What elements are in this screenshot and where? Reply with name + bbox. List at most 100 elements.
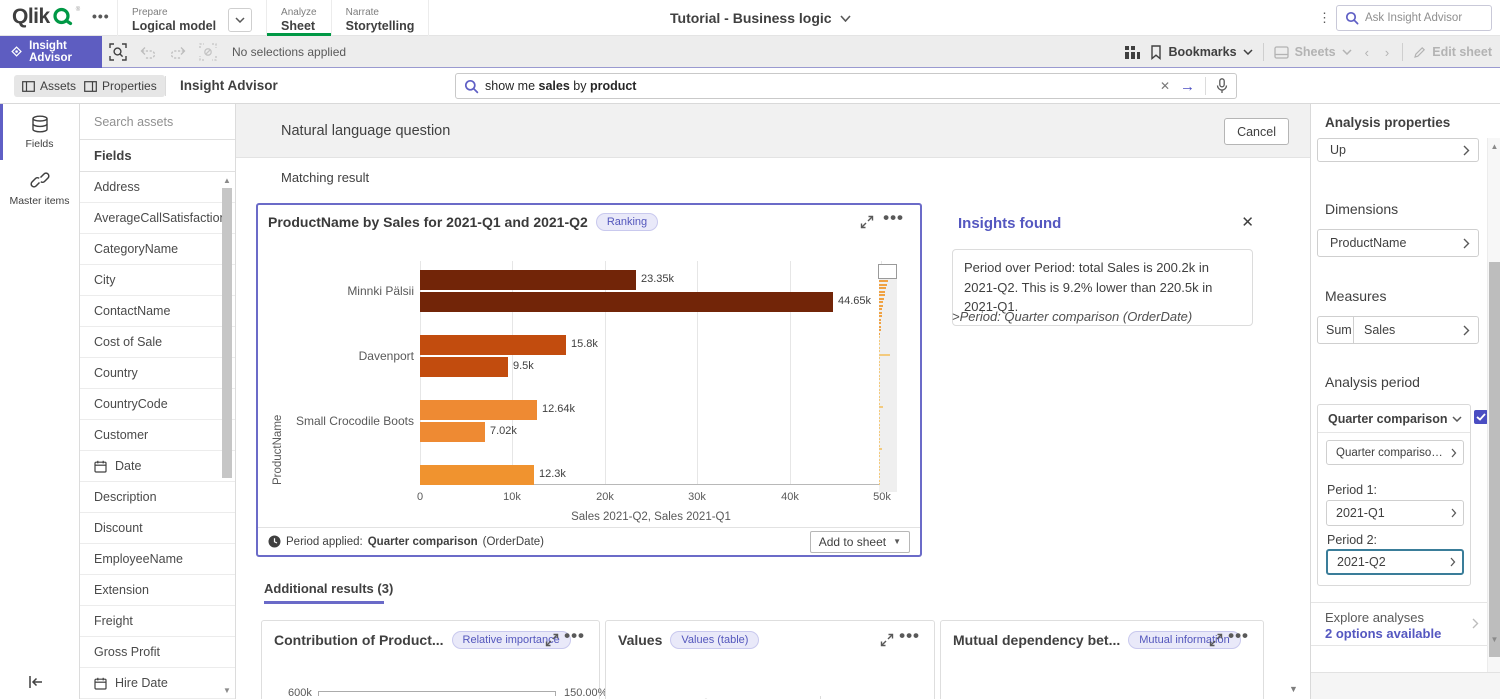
redo-button[interactable] bbox=[164, 36, 192, 68]
expand-icon[interactable] bbox=[860, 215, 874, 229]
field-list-item[interactable]: CountryCode bbox=[80, 389, 235, 420]
bar-sales-2021-q1[interactable] bbox=[420, 357, 508, 377]
fields-section-header[interactable]: Fields bbox=[80, 140, 235, 172]
field-list-item[interactable]: Extension bbox=[80, 575, 235, 606]
bar-sales-2021-q2[interactable] bbox=[420, 270, 636, 290]
period1-button[interactable]: 2021-Q1 bbox=[1326, 500, 1464, 526]
submit-query-icon[interactable]: → bbox=[1180, 78, 1195, 95]
field-list-item[interactable]: Hire Date bbox=[80, 668, 235, 699]
field-list-item[interactable]: Discount bbox=[80, 513, 235, 544]
app-title-menu[interactable]: Tutorial - Business logic bbox=[670, 0, 851, 36]
ask-insight-advisor-search[interactable]: Ask Insight Advisor bbox=[1336, 5, 1492, 31]
chart-menu-icon[interactable]: ••• bbox=[883, 208, 904, 228]
expand-icon[interactable] bbox=[1209, 633, 1223, 647]
rail-item-fields[interactable]: Fields bbox=[0, 104, 79, 160]
sheets-menu[interactable]: Sheets bbox=[1274, 45, 1352, 59]
scrollbar-thumb[interactable] bbox=[1489, 262, 1500, 657]
additional-result-card-contribution[interactable]: Contribution of Product... Relative impo… bbox=[261, 620, 600, 699]
field-list-item[interactable]: City bbox=[80, 265, 235, 296]
clear-query-icon[interactable]: ✕ bbox=[1160, 79, 1170, 93]
x-tick-label: 40k bbox=[775, 491, 805, 503]
close-icon[interactable]: ✕ bbox=[1241, 213, 1254, 231]
scroll-up-icon[interactable]: ▲ bbox=[221, 176, 233, 185]
expand-icon[interactable] bbox=[880, 633, 894, 647]
bar-sales-2021-q1[interactable] bbox=[420, 422, 485, 442]
card-menu-icon[interactable]: ••• bbox=[899, 626, 920, 646]
field-list-item[interactable]: Gross Profit bbox=[80, 637, 235, 668]
scroll-down-icon[interactable]: ▼ bbox=[1488, 635, 1500, 644]
tab-narrate[interactable]: Narrate Storytelling bbox=[331, 0, 430, 36]
qlik-logo[interactable]: Qlik ® bbox=[12, 5, 80, 29]
expand-icon[interactable] bbox=[545, 633, 559, 647]
tab-additional-results[interactable]: Additional results (3) bbox=[264, 581, 393, 596]
explore-options-link[interactable]: 2 options available bbox=[1325, 626, 1441, 641]
insight-advisor-button[interactable]: Insight Advisor bbox=[0, 36, 102, 68]
period2-button[interactable]: 2021-Q2 bbox=[1326, 549, 1464, 575]
cancel-button[interactable]: Cancel bbox=[1224, 118, 1289, 145]
additional-result-card-mutual-dependency[interactable]: Mutual dependency bet... Mutual informat… bbox=[940, 620, 1264, 699]
microphone-icon[interactable] bbox=[1216, 78, 1228, 94]
period-detail-value: Quarter comparison (OrderD... bbox=[1336, 447, 1448, 459]
overflow-menu-icon[interactable]: ⋮ bbox=[1318, 10, 1331, 26]
clear-selections-button[interactable] bbox=[194, 36, 222, 68]
assets-toggle-button[interactable]: Assets bbox=[14, 75, 84, 97]
field-list-scrollbar[interactable]: ▲ ▼ bbox=[221, 172, 233, 699]
measure-sales-button[interactable]: Sum Sales bbox=[1317, 316, 1479, 344]
more-menu-icon[interactable]: ••• bbox=[92, 8, 110, 24]
properties-toggle-button[interactable]: Properties bbox=[76, 75, 165, 97]
bookmarks-menu[interactable]: Bookmarks bbox=[1150, 45, 1252, 60]
card-menu-icon[interactable]: ••• bbox=[564, 626, 585, 646]
search-assets-input[interactable]: Search assets bbox=[80, 104, 235, 140]
card-menu-icon[interactable]: ••• bbox=[1228, 626, 1249, 646]
card-title: Contribution of Product... bbox=[274, 632, 444, 648]
field-list-item[interactable]: ContactName bbox=[80, 296, 235, 327]
period-enabled-checkbox[interactable] bbox=[1474, 410, 1488, 424]
properties-scrollbar[interactable]: ▲ ▼ bbox=[1487, 138, 1500, 676]
bar-sales-2021-q2[interactable] bbox=[420, 400, 537, 420]
collapse-left-icon bbox=[28, 675, 44, 689]
selections-tool-button[interactable] bbox=[104, 36, 132, 68]
undo-button[interactable] bbox=[134, 36, 162, 68]
dimension-productname-button[interactable]: ProductName bbox=[1317, 229, 1479, 257]
previous-sheet-button[interactable]: ‹ bbox=[1362, 45, 1372, 60]
collapse-panel-button[interactable] bbox=[28, 675, 44, 689]
scroll-down-icon[interactable]: ▼ bbox=[1289, 684, 1298, 694]
bar-sales-2021-q1[interactable] bbox=[420, 292, 833, 312]
field-list-item[interactable]: Address bbox=[80, 172, 235, 203]
minimap-bar bbox=[879, 375, 880, 377]
tab-prepare[interactable]: Prepare Logical model bbox=[117, 0, 266, 36]
natural-language-query-input[interactable]: show me sales by product ✕ → bbox=[455, 73, 1237, 99]
field-list-item[interactable]: Cost of Sale bbox=[80, 327, 235, 358]
period-type-dropdown[interactable]: Quarter comparison bbox=[1318, 405, 1470, 433]
minimap-viewport[interactable] bbox=[878, 264, 897, 279]
add-to-sheet-button[interactable]: Add to sheet ▼ bbox=[810, 531, 910, 553]
field-list-item[interactable]: Customer bbox=[80, 420, 235, 451]
scroll-down-icon[interactable]: ▼ bbox=[221, 686, 233, 695]
prepare-dropdown-button[interactable] bbox=[228, 8, 252, 32]
bar-sales-2021-q2[interactable] bbox=[420, 465, 534, 485]
period-detail-button[interactable]: Quarter comparison (OrderD... bbox=[1326, 440, 1464, 465]
field-list-item[interactable]: Description bbox=[80, 482, 235, 513]
tab-analyze[interactable]: Analyze Sheet bbox=[266, 0, 331, 36]
explore-analyses-row[interactable]: Explore analyses 2 options available bbox=[1311, 602, 1487, 646]
field-list-item[interactable]: AverageCallSatisfaction bbox=[80, 203, 235, 234]
app-overview-grid-icon[interactable] bbox=[1124, 45, 1140, 60]
bar-sales-2021-q2[interactable] bbox=[420, 335, 566, 355]
edit-sheet-button[interactable]: Edit sheet bbox=[1413, 45, 1492, 59]
scroll-up-icon[interactable]: ▲ bbox=[1488, 142, 1500, 151]
next-sheet-button[interactable]: › bbox=[1382, 45, 1392, 60]
chart-minimap-scrollbar[interactable] bbox=[879, 264, 897, 492]
chevron-down-icon bbox=[1243, 49, 1253, 55]
rail-item-master-items[interactable]: Master items bbox=[0, 160, 79, 216]
field-list-item[interactable]: EmployeeName bbox=[80, 544, 235, 575]
bookmarks-label: Bookmarks bbox=[1168, 45, 1236, 59]
measure-aggregation[interactable]: Sum bbox=[1318, 317, 1354, 343]
field-list-item[interactable]: Date bbox=[80, 451, 235, 482]
sort-up-button[interactable]: Up bbox=[1317, 138, 1479, 162]
field-list-item[interactable]: CategoryName bbox=[80, 234, 235, 265]
scrollbar-thumb[interactable] bbox=[222, 188, 232, 478]
divider bbox=[1263, 43, 1264, 61]
field-list-item[interactable]: Country bbox=[80, 358, 235, 389]
field-list-item[interactable]: Freight bbox=[80, 606, 235, 637]
additional-result-card-values[interactable]: Values Values (table) ••• ProductName bbox=[605, 620, 935, 699]
